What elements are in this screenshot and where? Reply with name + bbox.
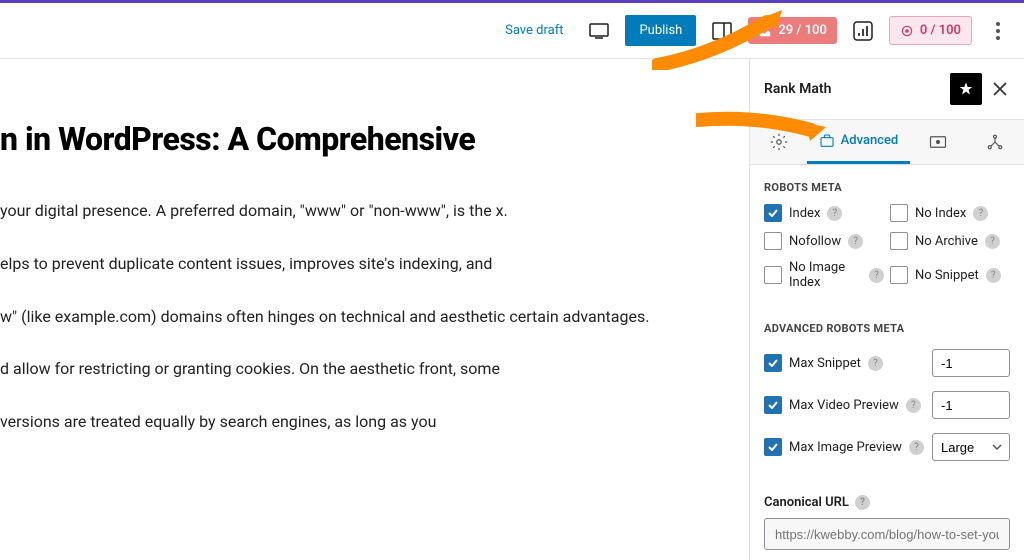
robots-nosnippet-checkbox[interactable]: No Snippet ? [890,260,1010,290]
max-snippet-checkbox[interactable]: Max Snippet ? [764,354,883,372]
robots-noarchive-label: No Archive [915,234,978,249]
tab-schema[interactable] [910,120,967,164]
help-icon[interactable]: ? [848,234,863,249]
options-menu-button[interactable] [980,22,1016,40]
help-icon[interactable]: ? [986,268,1001,283]
tab-advanced-label: Advanced [841,133,899,148]
help-icon[interactable]: ? [973,206,988,221]
tab-social[interactable] [967,120,1024,164]
annotation-arrow [652,10,782,70]
sidebar-title: Rank Math [764,81,831,97]
paragraph[interactable]: w" (like example.com) domains often hing… [0,305,749,330]
robots-noindex-label: No Index [915,206,966,221]
analytics-icon[interactable] [845,13,881,49]
robots-noimageindex-checkbox[interactable]: No Image Index ? [764,260,884,290]
robots-nofollow-label: Nofollow [789,234,841,249]
paragraph[interactable]: d allow for restricting or granting cook… [0,357,749,382]
max-image-checkbox[interactable]: Max Image Preview ? [764,438,924,456]
canonical-url-label: Canonical URL ? [764,495,1010,510]
preview-device-icon[interactable] [581,13,617,49]
robots-nofollow-checkbox[interactable]: Nofollow ? [764,232,884,250]
robots-noindex-checkbox[interactable]: No Index ? [890,204,1010,222]
help-icon[interactable]: ? [827,206,842,221]
rankmath-score-text: 29 / 100 [778,23,827,38]
editor-topbar: Save draft Publish 29 / 100 0 / 100 [0,3,1024,59]
robots-meta-heading: ROBOTS META [750,165,1024,204]
help-icon[interactable]: ? [909,440,924,455]
help-icon[interactable]: ? [906,398,921,413]
help-icon[interactable]: ? [985,234,1000,249]
robots-noarchive-checkbox[interactable]: No Archive ? [890,232,1010,250]
post-title[interactable]: n in WordPress: A Comprehensive [0,119,749,159]
max-image-select[interactable] [932,433,1010,461]
pin-star-button[interactable] [950,73,982,105]
paragraph[interactable]: your digital presence. A preferred domai… [0,199,749,224]
save-draft-link[interactable]: Save draft [495,17,573,44]
help-icon[interactable]: ? [868,356,883,371]
secondary-score-button[interactable]: 0 / 100 [889,16,972,45]
help-icon[interactable]: ? [855,495,870,510]
max-snippet-input[interactable] [932,349,1010,377]
paragraph[interactable]: elps to prevent duplicate content issues… [0,252,749,277]
robots-index-checkbox[interactable]: Index ? [764,204,884,222]
secondary-score-text: 0 / 100 [920,23,961,38]
max-video-input[interactable] [932,391,1010,419]
max-video-checkbox[interactable]: Max Video Preview ? [764,396,921,414]
max-video-label: Max Video Preview [789,398,899,413]
robots-nosnippet-label: No Snippet [915,268,979,283]
advanced-robots-heading: ADVANCED ROBOTS META [750,306,1024,345]
editor-canvas[interactable]: n in WordPress: A Comprehensive your dig… [0,59,749,560]
canonical-url-input[interactable] [764,518,1010,550]
max-snippet-label: Max Snippet [789,356,861,371]
robots-index-label: Index [789,206,820,221]
robots-noimageindex-label: No Image Index [789,260,862,290]
max-image-label: Max Image Preview [789,440,902,455]
help-icon[interactable]: ? [869,268,884,283]
paragraph[interactable]: versions are treated equally by search e… [0,410,749,435]
annotation-arrow [696,105,826,155]
close-sidebar-button[interactable] [990,79,1010,99]
